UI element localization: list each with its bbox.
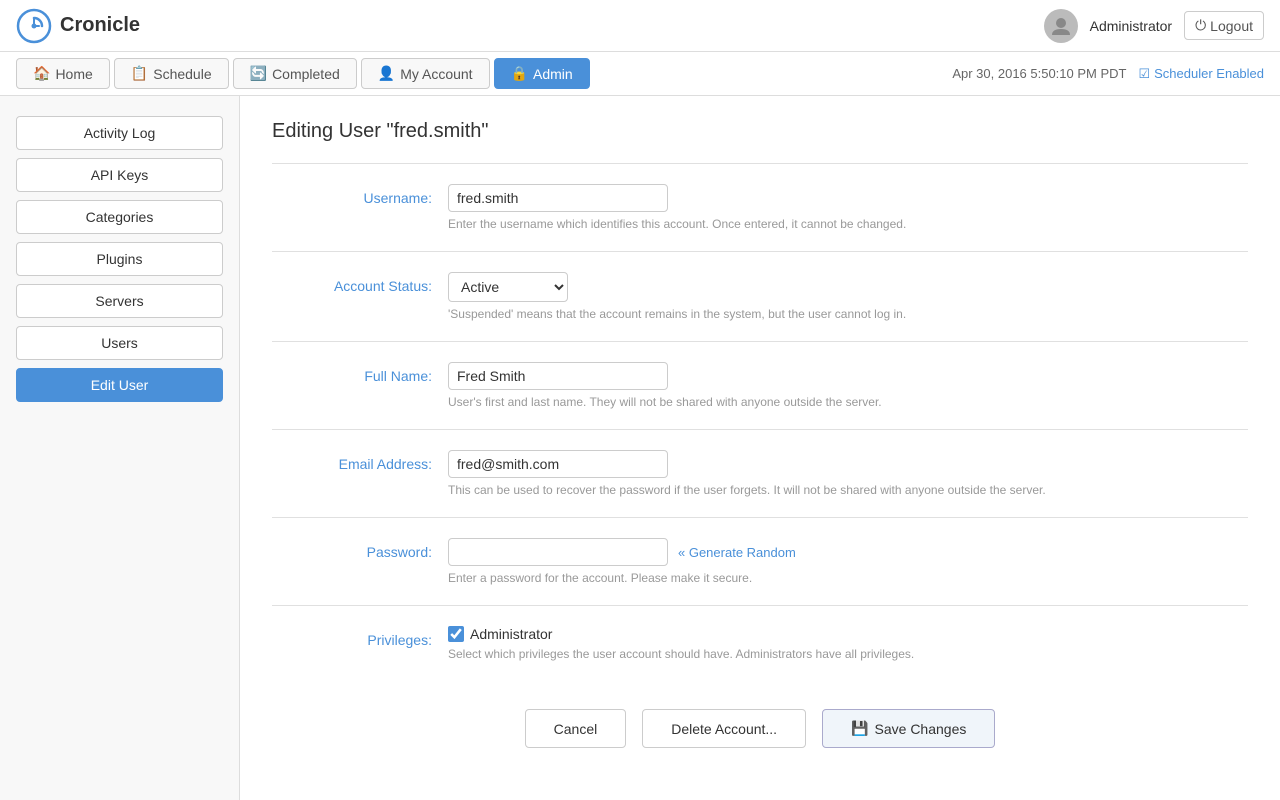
privileges-row: Privileges: Administrator Select which p…	[272, 626, 1248, 661]
sidebar-item-categories[interactable]: Categories	[16, 200, 223, 234]
password-input-row: « Generate Random	[448, 538, 1248, 566]
check-icon: ☑	[1138, 66, 1150, 82]
tab-completed[interactable]: 🔄 Completed	[233, 58, 357, 89]
privileges-label: Privileges:	[272, 626, 432, 648]
password-label: Password:	[272, 538, 432, 560]
sidebar-item-plugins[interactable]: Plugins	[16, 242, 223, 276]
scheduler-status: ☑ Scheduler Enabled	[1138, 66, 1264, 82]
sidebar: Activity Log API Keys Categories Plugins…	[0, 96, 240, 800]
username-section: Username: Enter the username which ident…	[272, 164, 1248, 252]
password-hint: Enter a password for the account. Please…	[448, 571, 1248, 585]
privileges-section: Privileges: Administrator Select which p…	[272, 606, 1248, 681]
tab-schedule-label: Schedule	[153, 66, 211, 82]
username-content: Enter the username which identifies this…	[448, 184, 1248, 231]
tab-my-account-label: My Account	[400, 66, 472, 82]
account-status-hint: 'Suspended' means that the account remai…	[448, 307, 1248, 321]
password-row: Password: « Generate Random Enter a pass…	[272, 538, 1248, 585]
tab-home[interactable]: 🏠 Home	[16, 58, 110, 89]
generate-random-link[interactable]: « Generate Random	[678, 545, 796, 560]
account-status-content: Active Suspended 'Suspended' means that …	[448, 272, 1248, 321]
my-account-icon: 👤	[378, 65, 395, 82]
admin-checkbox-label: Administrator	[470, 626, 552, 642]
password-input[interactable]	[448, 538, 668, 566]
scheduler-label: Scheduler Enabled	[1154, 66, 1264, 81]
account-status-label: Account Status:	[272, 272, 432, 294]
full-name-section: Full Name: User's first and last name. T…	[272, 342, 1248, 430]
header-right: Administrator ⏻ Logout	[1044, 9, 1264, 43]
sidebar-item-edit-user-label: Edit User	[91, 377, 149, 393]
sidebar-item-plugins-label: Plugins	[97, 251, 143, 267]
page-title: Editing User "fred.smith"	[272, 120, 1248, 143]
logo-icon	[16, 8, 52, 44]
nav-tabs: 🏠 Home 📋 Schedule 🔄 Completed 👤 My Accou…	[16, 52, 590, 95]
full-name-content: User's first and last name. They will no…	[448, 362, 1248, 409]
privileges-input-row: Administrator	[448, 626, 1248, 642]
tab-admin[interactable]: 🔒 Admin	[494, 58, 590, 89]
full-name-row: Full Name: User's first and last name. T…	[272, 362, 1248, 409]
sidebar-item-servers[interactable]: Servers	[16, 284, 223, 318]
tab-completed-label: Completed	[272, 66, 340, 82]
email-input[interactable]	[448, 450, 668, 478]
app-header: Cronicle Administrator ⏻ Logout	[0, 0, 1280, 52]
tab-admin-label: Admin	[533, 66, 573, 82]
home-icon: 🏠	[33, 65, 50, 82]
sidebar-item-api-keys[interactable]: API Keys	[16, 158, 223, 192]
save-icon: 💾	[851, 720, 868, 737]
logout-label: Logout	[1210, 18, 1253, 34]
schedule-icon: 📋	[131, 65, 148, 82]
username-label: Username:	[272, 184, 432, 206]
tab-schedule[interactable]: 📋 Schedule	[114, 58, 229, 89]
sidebar-item-api-keys-label: API Keys	[91, 167, 149, 183]
completed-icon: 🔄	[250, 65, 267, 82]
password-section: Password: « Generate Random Enter a pass…	[272, 518, 1248, 606]
tab-home-label: Home	[55, 66, 92, 82]
save-changes-label: Save Changes	[875, 721, 967, 737]
cancel-button[interactable]: Cancel	[525, 709, 627, 748]
form-actions: Cancel Delete Account... 💾 Save Changes	[272, 681, 1248, 764]
nav-bar: 🏠 Home 📋 Schedule 🔄 Completed 👤 My Accou…	[0, 52, 1280, 96]
logout-icon: ⏻	[1195, 17, 1206, 34]
privileges-content: Administrator Select which privileges th…	[448, 626, 1248, 661]
timestamp: Apr 30, 2016 5:50:10 PM PDT	[952, 66, 1126, 81]
sidebar-item-users-label: Users	[101, 335, 138, 351]
delete-account-button[interactable]: Delete Account...	[642, 709, 806, 748]
account-status-select[interactable]: Active Suspended	[448, 272, 568, 302]
email-label: Email Address:	[272, 450, 432, 472]
app-layout: Activity Log API Keys Categories Plugins…	[0, 96, 1280, 800]
avatar-icon	[1050, 15, 1072, 37]
account-status-section: Account Status: Active Suspended 'Suspen…	[272, 252, 1248, 342]
sidebar-item-activity-log[interactable]: Activity Log	[16, 116, 223, 150]
username-input[interactable]	[448, 184, 668, 212]
sidebar-item-categories-label: Categories	[86, 209, 154, 225]
full-name-input[interactable]	[448, 362, 668, 390]
app-name: Cronicle	[60, 14, 140, 37]
avatar	[1044, 9, 1078, 43]
username-row: Username: Enter the username which ident…	[272, 184, 1248, 231]
email-hint: This can be used to recover the password…	[448, 483, 1248, 497]
username-hint: Enter the username which identifies this…	[448, 217, 1248, 231]
email-section: Email Address: This can be used to recov…	[272, 430, 1248, 518]
password-content: « Generate Random Enter a password for t…	[448, 538, 1248, 585]
admin-name: Administrator	[1090, 18, 1172, 34]
admin-checkbox[interactable]	[448, 626, 464, 642]
app-logo: Cronicle	[16, 8, 140, 44]
email-row: Email Address: This can be used to recov…	[272, 450, 1248, 497]
nav-right: Apr 30, 2016 5:50:10 PM PDT ☑ Scheduler …	[952, 66, 1264, 82]
email-content: This can be used to recover the password…	[448, 450, 1248, 497]
main-content: Editing User "fred.smith" Username: Ente…	[240, 96, 1280, 800]
sidebar-item-edit-user[interactable]: Edit User	[16, 368, 223, 402]
admin-icon: 🔒	[511, 65, 528, 82]
logout-button[interactable]: ⏻ Logout	[1184, 11, 1264, 40]
full-name-hint: User's first and last name. They will no…	[448, 395, 1248, 409]
sidebar-item-servers-label: Servers	[95, 293, 143, 309]
sidebar-item-users[interactable]: Users	[16, 326, 223, 360]
account-status-row: Account Status: Active Suspended 'Suspen…	[272, 272, 1248, 321]
sidebar-item-activity-log-label: Activity Log	[84, 125, 156, 141]
tab-my-account[interactable]: 👤 My Account	[361, 58, 490, 89]
full-name-label: Full Name:	[272, 362, 432, 384]
save-changes-button[interactable]: 💾 Save Changes	[822, 709, 995, 748]
privileges-hint: Select which privileges the user account…	[448, 647, 1248, 661]
